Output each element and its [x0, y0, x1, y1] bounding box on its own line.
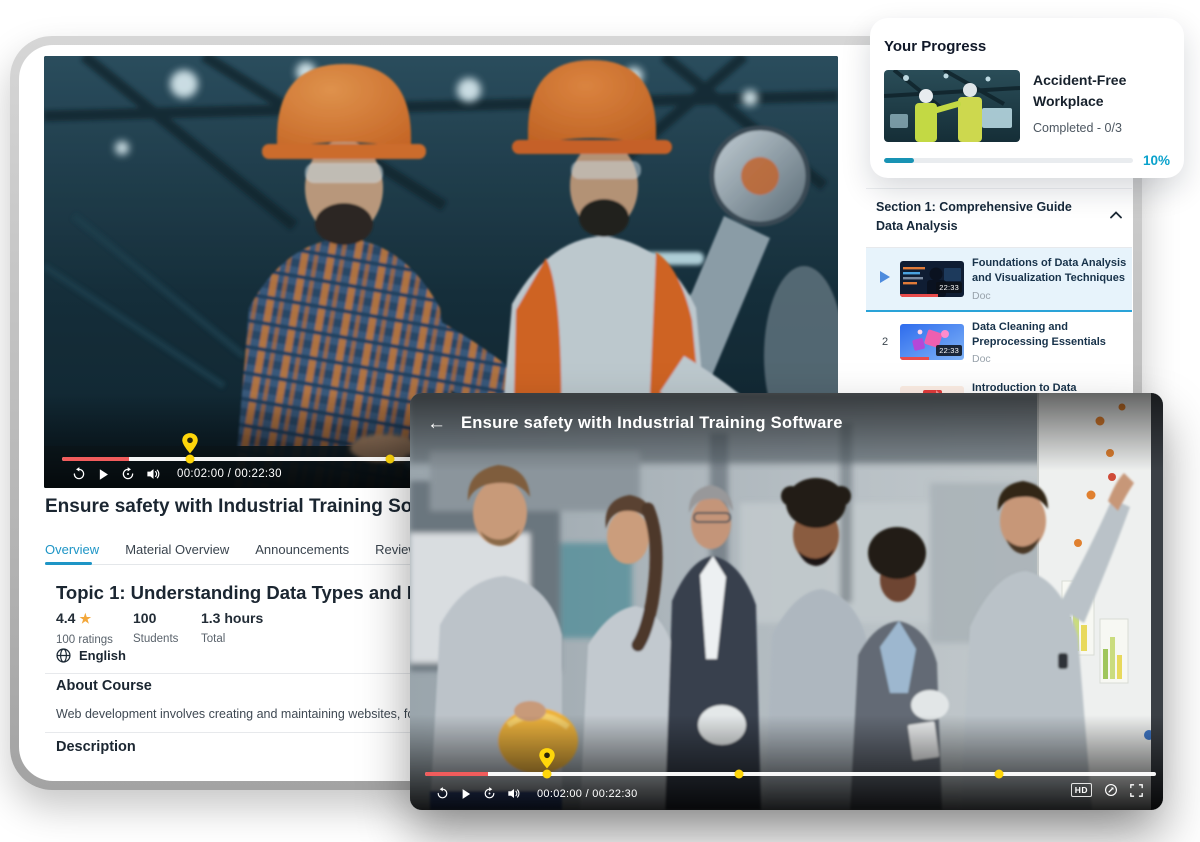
lesson-kind: Doc — [972, 290, 1128, 302]
about-course-heading: About Course — [56, 678, 152, 694]
played-segment — [62, 457, 129, 461]
overlay-video-timestamp: 00:02:00 / 00:22:30 — [537, 788, 638, 800]
main-video-timestamp: 00:02:00 / 00:22:30 — [177, 468, 282, 480]
course-tabs: Overview Material Overview Announcements… — [45, 542, 460, 557]
main-video-controls: 00:02:00 / 00:22:30 — [72, 467, 282, 481]
replay-icon[interactable] — [72, 467, 86, 481]
progress-course-row[interactable]: Accident-Free Workplace Completed - 0/3 — [884, 70, 1170, 142]
tab-material-overview[interactable]: Material Overview — [125, 542, 229, 557]
progress-course-name: Accident-Free Workplace — [1033, 70, 1170, 112]
lesson-kind: Doc — [972, 353, 1128, 365]
quiz-marker-dot[interactable] — [735, 770, 744, 779]
duration-label: Total — [201, 633, 263, 645]
marker-pin-icon[interactable] — [182, 433, 199, 459]
your-progress-card: Your Progress Accident-Free Workplace Co… — [870, 18, 1184, 178]
students-value: 100 — [133, 610, 201, 626]
duration-value: 1.3 hours — [201, 610, 263, 626]
overlay-video-progressbar[interactable] — [425, 772, 1156, 776]
quiz-marker-dot[interactable] — [995, 770, 1004, 779]
tab-announcements[interactable]: Announcements — [255, 542, 349, 557]
duration-stat: 1.3 hours Total — [201, 610, 263, 646]
language-row: English — [56, 648, 126, 663]
fullscreen-video-player[interactable]: ← Ensure safety with Industrial Training… — [410, 393, 1163, 810]
lesson-duration-badge: 22:33 — [936, 282, 962, 293]
progress-card-title: Your Progress — [884, 38, 1170, 55]
chevron-up-icon[interactable] — [1110, 206, 1122, 224]
active-tab-underline — [45, 562, 92, 565]
lesson-title: Foundations of Data Analysis and Visuali… — [972, 256, 1128, 287]
lesson-thumbnail: 22:33 — [900, 324, 964, 360]
fullscreen-icon[interactable] — [1130, 784, 1143, 797]
lesson-index: 2 — [876, 336, 894, 348]
lesson-duration-badge: 22:33 — [936, 345, 962, 356]
loop-icon[interactable] — [483, 787, 496, 800]
progress-course-thumbnail — [884, 70, 1020, 142]
marker-pin-icon[interactable] — [539, 748, 556, 774]
section-header[interactable]: Section 1: Comprehensive Guide Data Anal… — [866, 188, 1132, 248]
played-segment — [425, 772, 488, 776]
rating-stat: 4.4 ★ 100 ratings — [56, 610, 133, 646]
overlay-video-controls: 00:02:00 / 00:22:30 — [436, 787, 638, 800]
lesson-thumbnail: 22:33 — [900, 261, 964, 297]
progress-completed-label: Completed - 0/3 — [1033, 121, 1170, 135]
students-label: Students — [133, 633, 201, 645]
globe-icon — [56, 648, 71, 663]
rating-value: 4.4 — [56, 610, 75, 626]
lesson-item-2[interactable]: 2 22:33 Data Cleaning and Preprocessing … — [866, 312, 1132, 374]
volume-icon[interactable] — [507, 787, 521, 800]
quiz-marker-dot[interactable] — [386, 455, 395, 464]
loop-icon[interactable] — [121, 467, 135, 481]
lesson-item-1[interactable]: 22:33 Foundations of Data Analysis and V… — [866, 248, 1132, 312]
progress-fill — [884, 158, 914, 163]
play-icon[interactable] — [97, 468, 110, 481]
playback-speed-icon[interactable] — [1104, 783, 1118, 797]
rating-label: 100 ratings — [56, 634, 133, 646]
tab-overview[interactable]: Overview — [45, 542, 99, 557]
star-icon: ★ — [79, 611, 91, 626]
about-course-text: Web development involves creating and ma… — [56, 707, 468, 721]
language-label: English — [79, 648, 126, 663]
lesson-title: Data Cleaning and Preprocessing Essentia… — [972, 320, 1128, 351]
overlay-video-title: Ensure safety with Industrial Training S… — [461, 414, 843, 433]
course-stats: 4.4 ★ 100 ratings 100 Students 1.3 hours … — [56, 610, 263, 646]
hd-quality-button[interactable]: HD — [1071, 783, 1092, 797]
description-heading: Description — [56, 739, 136, 755]
students-stat: 100 Students — [133, 610, 201, 646]
now-playing-triangle-icon — [876, 271, 894, 286]
back-arrow-icon[interactable]: ← — [427, 414, 446, 433]
progress-percent: 10% — [1143, 153, 1170, 168]
progress-track — [884, 158, 1133, 163]
course-title: Ensure safety with Industrial Training S… — [45, 496, 468, 518]
volume-icon[interactable] — [146, 467, 161, 481]
play-icon[interactable] — [460, 788, 472, 800]
section-title: Section 1: Comprehensive Guide Data Anal… — [876, 198, 1094, 237]
replay-icon[interactable] — [436, 787, 449, 800]
lesson-progress — [900, 357, 929, 360]
lesson-progress — [900, 294, 938, 297]
